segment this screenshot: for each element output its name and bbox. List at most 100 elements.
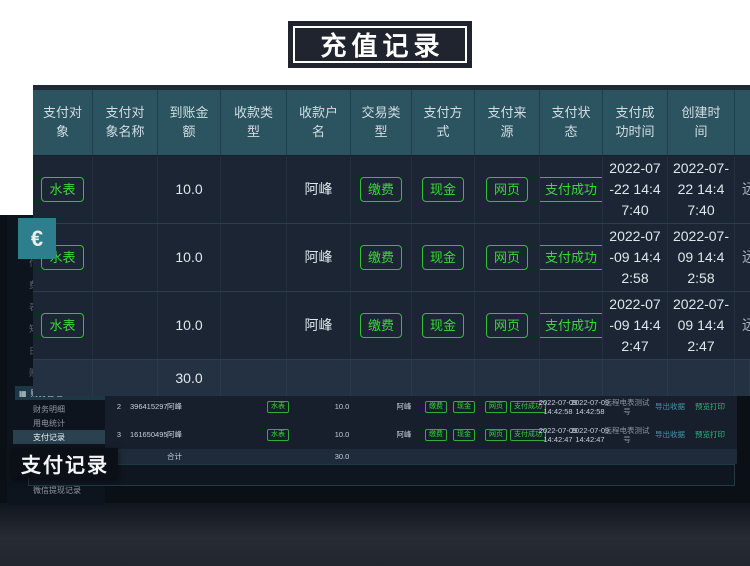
total-amount: 30.0 (312, 449, 372, 464)
cell-pay-method: 现金 (412, 292, 475, 359)
cell-pay-source: 网页 (475, 292, 540, 359)
cell-amount: 10.0 (158, 156, 221, 223)
pay-method-tag: 现金 (453, 401, 475, 413)
cell-pay-source: 网页 (475, 156, 540, 223)
water-meter-tag: 水表 (267, 429, 289, 441)
cell-device-clipped: 远程电表测试号 (735, 292, 750, 359)
col-header-pay-method: 支付方式 (412, 90, 475, 155)
cell-amount: 10.0 (312, 393, 372, 421)
cell-amount: 10.0 (312, 421, 372, 449)
zoomed-payment-records-label: 支付记录 (12, 448, 118, 478)
cell-receive-type (221, 156, 287, 223)
col-header-clipped (735, 90, 750, 155)
export-receipt-link[interactable]: 导出收据 (650, 393, 690, 421)
page-title-box: 充值记录 (288, 21, 472, 68)
water-meter-tag: 水表 (41, 177, 83, 203)
pay-status-tag: 支付成功 (540, 245, 603, 271)
pay-source-tag: 网页 (486, 177, 528, 203)
cell-pay-method: 现金 (412, 224, 475, 291)
preview-print-link[interactable]: 预览打印 (690, 421, 730, 449)
col-header-pay-source: 支付来源 (475, 90, 540, 155)
cell-success-time: 2022-07-22 14:47:40 (603, 156, 668, 223)
trade-type-tag: 缴费 (360, 245, 402, 271)
cell-account: 阿峰 (287, 156, 351, 223)
cell-target-name (93, 156, 158, 223)
sidebar-item-power-stats[interactable]: 用电统计 (13, 416, 105, 430)
col-header-receive-type: 收款类型 (221, 90, 287, 155)
cell-name: 阿峰 (167, 421, 207, 449)
export-receipt-link[interactable]: 导出收据 (650, 421, 690, 449)
sidebar-item-finance-detail[interactable]: 财务明细 (13, 402, 105, 416)
cell-pay-status: 支付成功 (540, 156, 603, 223)
table-total-row: 合计 30.0 (105, 449, 737, 464)
trade-type-tag: 缴费 (360, 313, 402, 339)
total-empty (221, 360, 287, 396)
total-empty (668, 360, 735, 396)
cell-account: 阿峰 (287, 292, 351, 359)
water-meter-tag: 水表 (41, 313, 83, 339)
cell-trade-type: 缴费 (351, 224, 412, 291)
cell-pay-target: 水表 (33, 292, 93, 359)
cell-pay-method: 现金 (412, 156, 475, 223)
finance-group-icon: ▦ (19, 389, 27, 398)
table-row: 水表 10.0 阿峰 缴费 现金 网页 支付成功 2022-07-09 14:4… (33, 224, 750, 292)
table-row: 2 396415297 阿峰 水表 10.0 阿峰 缴费 现金 网页 支付成功 … (105, 393, 737, 422)
col-header-pay-status: 支付状态 (540, 90, 603, 155)
cell-receive-type (221, 292, 287, 359)
water-meter-tag: 水表 (267, 401, 289, 413)
pay-source-tag: 网页 (486, 313, 528, 339)
cell-success-time: 2022-07-09 14:42:47 (603, 292, 668, 359)
total-amount: 30.0 (158, 360, 221, 396)
total-empty (540, 360, 603, 396)
col-header-pay-target: 支付对象 (33, 90, 93, 155)
cell-account: 阿峰 (287, 224, 351, 291)
trade-type-tag: 缴费 (360, 177, 402, 203)
sidebar-item-payment-records[interactable]: 支付记录 (13, 430, 105, 444)
pay-method-tag: 现金 (422, 177, 464, 203)
recharge-records-table: 支付对象 支付对象名称 到账金额 收款类型 收款户名 交易类型 支付方式 支付来… (33, 85, 750, 392)
cell-amount: 10.0 (158, 224, 221, 291)
col-header-create-time: 创建时间 (668, 90, 735, 155)
cell-pay-target: 水表 (250, 393, 306, 421)
cell-pay-source: 网页 (475, 224, 540, 291)
cell-pay-status: 支付成功 (540, 224, 603, 291)
total-empty (735, 360, 750, 396)
pay-method-tag: 现金 (422, 313, 464, 339)
background-table-footer (28, 464, 735, 486)
col-header-trade-type: 交易类型 (351, 90, 412, 155)
cell-target-name (93, 224, 158, 291)
total-empty (412, 360, 475, 396)
total-empty (287, 360, 351, 396)
col-header-account: 收款户名 (287, 90, 351, 155)
total-empty (93, 360, 158, 396)
total-empty (475, 360, 540, 396)
table-header-row: 支付对象 支付对象名称 到账金额 收款类型 收款户名 交易类型 支付方式 支付来… (33, 90, 750, 156)
pay-method-tag: 现金 (453, 429, 475, 441)
pay-status-tag: 支付成功 (540, 177, 603, 203)
pay-source-tag: 网页 (486, 245, 528, 271)
table-row: 3 161650495 阿峰 水表 10.0 阿峰 缴费 现金 网页 支付成功 … (105, 421, 737, 450)
cell-create-time: 2022-07-09 14:42:47 (668, 292, 735, 359)
cell-receive-type (221, 224, 287, 291)
col-header-success-time: 支付成功时间 (603, 90, 668, 155)
cell-device: 远程电表测试号 (601, 393, 653, 421)
euro-logo-icon: € (31, 226, 43, 252)
cell-seq: 3 (109, 421, 129, 449)
page-bottom-shade (0, 503, 750, 566)
table-row: 水表 10.0 阿峰 缴费 现金 网页 支付成功 2022-07-22 14:4… (33, 156, 750, 224)
table-row: 水表 10.0 阿峰 缴费 现金 网页 支付成功 2022-07-09 14:4… (33, 292, 750, 360)
col-header-amount: 到账金额 (158, 90, 221, 155)
cell-create-time: 2022-07-09 14:42:58 (668, 224, 735, 291)
total-label: 合计 (167, 449, 207, 464)
col-header-target-name: 支付对象名称 (93, 90, 158, 155)
cell-pay-target: 水表 (250, 421, 306, 449)
cell-pay-status: 支付成功 (540, 292, 603, 359)
cell-target-name (93, 292, 158, 359)
cell-trade-type: 缴费 (351, 292, 412, 359)
cell-device: 远程电表测试号 (601, 421, 653, 449)
total-empty (351, 360, 412, 396)
total-empty (603, 360, 668, 396)
preview-print-link[interactable]: 预览打印 (690, 393, 730, 421)
cell-device-clipped: 远程电表测试号 (735, 224, 750, 291)
app-logo: € (18, 218, 56, 259)
